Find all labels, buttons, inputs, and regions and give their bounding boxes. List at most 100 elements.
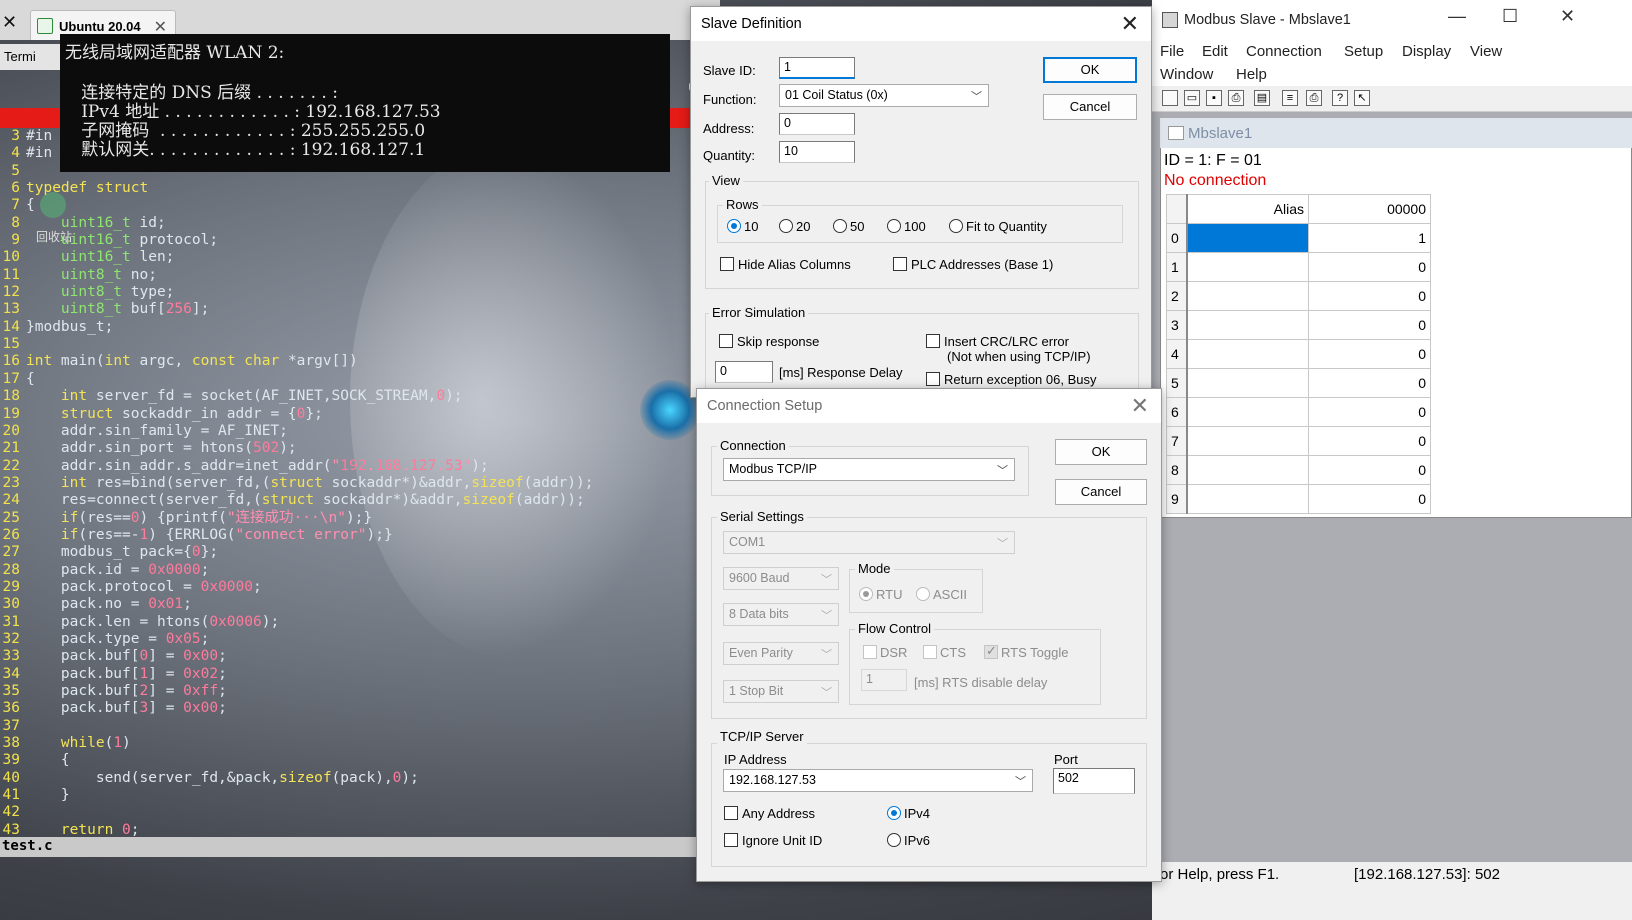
row-number[interactable]: 5 xyxy=(1166,368,1188,398)
ok-button[interactable]: OK xyxy=(1043,57,1137,83)
alias-cell[interactable] xyxy=(1186,310,1309,340)
stop-bit-select[interactable]: 1 Stop Bit ﹀ xyxy=(723,680,839,703)
minimize-icon[interactable]: — xyxy=(1448,6,1466,27)
row-number[interactable]: 3 xyxy=(1166,310,1188,340)
row-number[interactable]: 8 xyxy=(1166,455,1188,485)
close-icon[interactable]: ✕ xyxy=(1131,393,1149,419)
cancel-button[interactable]: Cancel xyxy=(1055,479,1147,505)
alias-cell[interactable] xyxy=(1186,223,1309,253)
save-icon[interactable]: ▪ xyxy=(1206,90,1222,106)
terminal-tab[interactable]: Termi xyxy=(0,44,60,70)
dsr-checkbox[interactable] xyxy=(863,645,877,659)
menu-window[interactable]: Window xyxy=(1160,66,1213,83)
alias-cell[interactable] xyxy=(1186,397,1309,427)
value-cell[interactable]: 0 xyxy=(1308,252,1431,282)
insert-crc-checkbox[interactable] xyxy=(926,334,940,348)
row-number[interactable]: 7 xyxy=(1166,426,1188,456)
parity-select[interactable]: Even Parity ﹀ xyxy=(723,642,839,665)
help-icon[interactable]: ? xyxy=(1332,90,1348,106)
alias-cell[interactable] xyxy=(1186,252,1309,282)
ipv4-radio[interactable] xyxy=(887,806,901,820)
function-label: Function: xyxy=(703,92,757,107)
column-header-alias[interactable]: Alias xyxy=(1186,194,1309,224)
line-text: while(1) xyxy=(60,735,131,752)
ip-address-select[interactable]: 192.168.127.53 ﹀ xyxy=(723,769,1033,792)
cancel-button[interactable]: Cancel xyxy=(1043,94,1137,120)
open-icon[interactable]: ▭ xyxy=(1184,90,1200,106)
menu-help[interactable]: Help xyxy=(1236,66,1267,83)
alias-cell[interactable] xyxy=(1186,281,1309,311)
vim-code-editor[interactable]: 3 #in 4 #in 5 6 typedef struct 7{8 uint16_t id;… xyxy=(0,128,720,860)
plc-addresses-checkbox[interactable] xyxy=(893,257,907,271)
context-help-icon[interactable]: ↖ xyxy=(1354,90,1370,106)
menu-file[interactable]: File xyxy=(1160,43,1184,60)
row-number[interactable]: 2 xyxy=(1166,281,1188,311)
alias-cell[interactable] xyxy=(1186,426,1309,456)
value-cell[interactable]: 0 xyxy=(1308,339,1431,369)
close-icon[interactable]: ✕ xyxy=(1560,6,1575,27)
close-icon[interactable]: ✕ xyxy=(2,12,17,33)
alias-cell[interactable] xyxy=(1186,484,1309,514)
row-number[interactable]: 4 xyxy=(1166,339,1188,369)
menu-display[interactable]: Display xyxy=(1402,43,1451,60)
ignore-unit-id-checkbox[interactable] xyxy=(724,833,738,847)
menu-setup[interactable]: Setup xyxy=(1344,43,1383,60)
any-address-checkbox[interactable] xyxy=(724,806,738,820)
skip-response-checkbox[interactable] xyxy=(719,334,733,348)
port-input[interactable]: 502 xyxy=(1053,768,1135,794)
row-number[interactable]: 9 xyxy=(1166,484,1188,514)
rows-fit-radio[interactable] xyxy=(949,219,963,233)
slave-id-input[interactable]: 1 xyxy=(779,57,855,79)
value-cell[interactable]: 0 xyxy=(1308,397,1431,427)
line-text: int server_fd = socket(AF_INET,SOCK_STRE… xyxy=(60,388,463,405)
table-row: 50 xyxy=(1166,368,1431,398)
connection-type-select[interactable]: Modbus TCP/IP ﹀ xyxy=(723,458,1015,481)
row-number[interactable]: 1 xyxy=(1166,252,1188,282)
connection-setup-dialog: Connection Setup ✕ Connection Modbus TCP… xyxy=(696,388,1162,882)
value-cell[interactable]: 0 xyxy=(1308,426,1431,456)
ipv6-radio[interactable] xyxy=(887,833,901,847)
alias-cell[interactable] xyxy=(1186,339,1309,369)
print-icon[interactable]: ⎙ xyxy=(1228,90,1244,106)
data-bits-select[interactable]: 8 Data bits ﹀ xyxy=(723,603,839,626)
row-number[interactable]: 0 xyxy=(1166,223,1188,253)
menu-view[interactable]: View xyxy=(1470,43,1502,60)
menu-connection[interactable]: Connection xyxy=(1246,43,1322,60)
alias-cell[interactable] xyxy=(1186,368,1309,398)
response-delay-input[interactable]: 0 xyxy=(715,361,773,383)
com-port-select[interactable]: COM1 ﹀ xyxy=(723,531,1015,554)
ok-button[interactable]: OK xyxy=(1055,439,1147,465)
printer2-icon[interactable]: ⎙ xyxy=(1306,90,1322,106)
value-cell[interactable]: 0 xyxy=(1308,368,1431,398)
rts-toggle-checkbox[interactable] xyxy=(984,643,998,659)
new-icon[interactable] xyxy=(1162,90,1178,106)
close-icon[interactable]: ✕ xyxy=(1121,11,1139,37)
value-cell[interactable]: 0 xyxy=(1308,484,1431,514)
rtu-radio[interactable] xyxy=(859,587,873,601)
maximize-icon[interactable]: ☐ xyxy=(1502,6,1518,27)
line-text: { xyxy=(26,370,35,387)
value-cell[interactable]: 0 xyxy=(1308,281,1431,311)
rts-delay-input[interactable]: 1 xyxy=(861,669,907,691)
ascii-radio[interactable] xyxy=(916,587,930,601)
window-icon[interactable]: ▤ xyxy=(1254,90,1270,106)
baud-select[interactable]: 9600 Baud ﹀ xyxy=(723,567,839,590)
hide-alias-checkbox[interactable] xyxy=(720,257,734,271)
value-cell[interactable]: 0 xyxy=(1308,310,1431,340)
value-cell[interactable]: 1 xyxy=(1308,223,1431,253)
rows-10-radio[interactable] xyxy=(727,219,741,233)
rows-20-radio[interactable] xyxy=(779,219,793,233)
value-cell[interactable]: 0 xyxy=(1308,455,1431,485)
row-number[interactable]: 6 xyxy=(1166,397,1188,427)
return-exception-checkbox[interactable] xyxy=(926,372,940,386)
address-input[interactable]: 0 xyxy=(779,113,855,135)
cts-checkbox[interactable] xyxy=(923,645,937,659)
alias-cell[interactable] xyxy=(1186,455,1309,485)
rows-100-radio[interactable] xyxy=(887,219,901,233)
column-header-address[interactable]: 00000 xyxy=(1308,194,1431,224)
menu-edit[interactable]: Edit xyxy=(1202,43,1228,60)
function-select[interactable]: 01 Coil Status (0x) ﹀ xyxy=(779,84,989,107)
quantity-input[interactable]: 10 xyxy=(779,141,855,163)
rows-50-radio[interactable] xyxy=(833,219,847,233)
log-icon[interactable]: ≡ xyxy=(1282,90,1298,106)
